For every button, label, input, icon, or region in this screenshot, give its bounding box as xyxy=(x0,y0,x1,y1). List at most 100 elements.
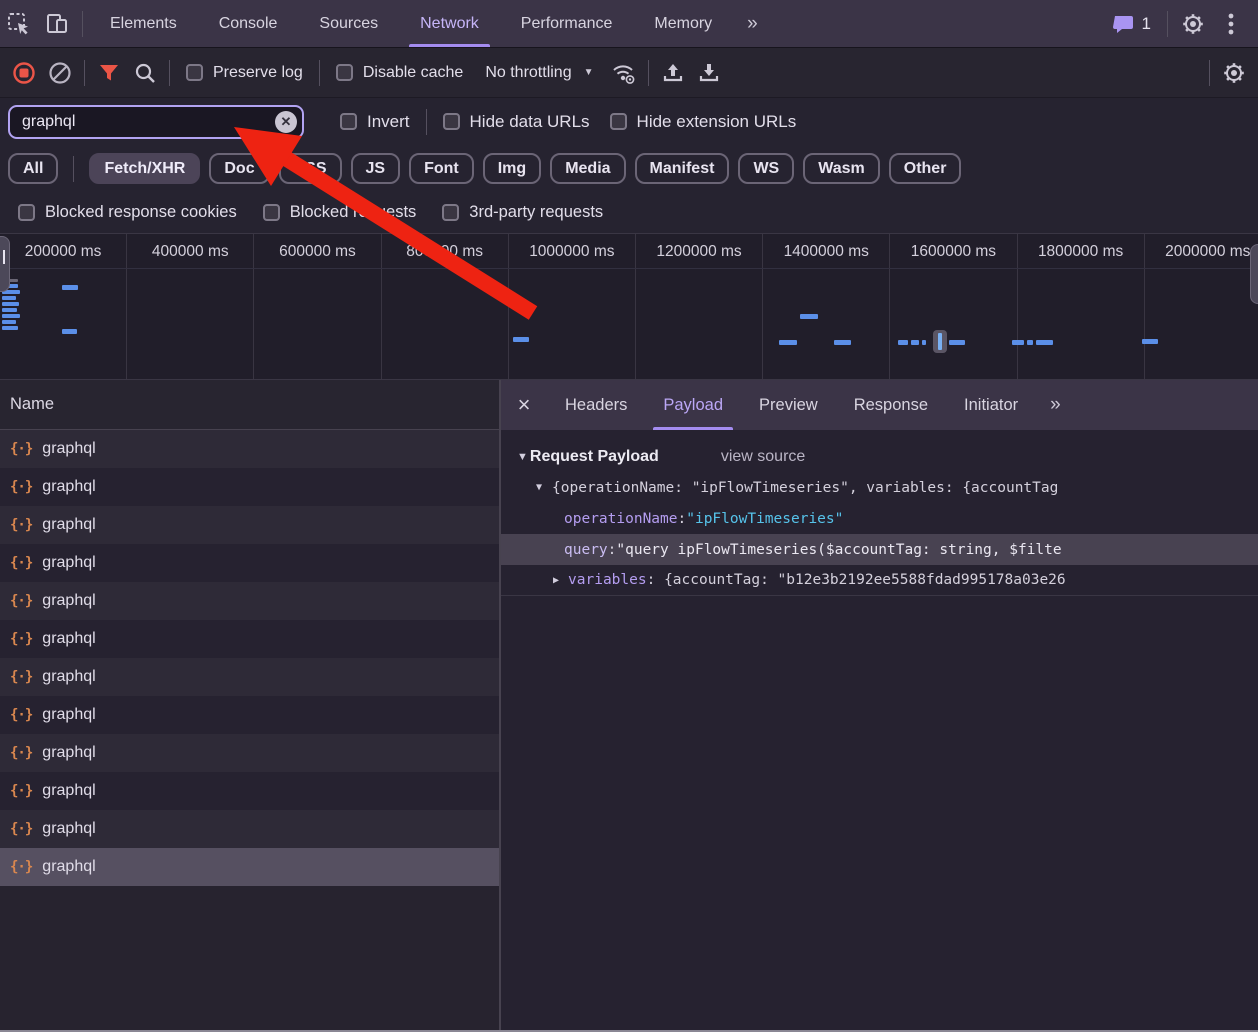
export-har-icon[interactable] xyxy=(691,56,727,90)
request-name: graphql xyxy=(42,744,95,762)
type-chip[interactable]: Font xyxy=(409,153,474,184)
throttling-dropdown[interactable]: No throttling ▼ xyxy=(473,64,605,82)
clear-button[interactable] xyxy=(42,56,78,90)
devtools-tab[interactable]: Console xyxy=(198,0,299,47)
hide-extension-urls-checkbox[interactable] xyxy=(610,113,627,130)
filter-checkbox[interactable] xyxy=(18,204,35,221)
request-row[interactable]: graphql xyxy=(0,848,499,886)
request-name: graphql xyxy=(42,858,95,876)
details-tab[interactable]: Headers xyxy=(547,380,645,430)
type-chip[interactable]: JS xyxy=(351,153,401,184)
request-row[interactable]: graphql xyxy=(0,582,499,620)
request-type-filters: All Fetch/XHR Doc CSS JS Font Img Media Manifes… xyxy=(0,145,1258,192)
hide-data-urls-toggle[interactable]: Hide data URLs xyxy=(433,112,600,132)
devtools-tab[interactable]: Sources xyxy=(298,0,399,47)
view-source-link[interactable]: view source xyxy=(721,448,805,466)
request-row[interactable]: graphql xyxy=(0,506,499,544)
preserve-log-toggle[interactable]: Preserve log xyxy=(176,64,313,82)
invert-toggle[interactable]: Invert xyxy=(330,112,420,132)
clear-filter-icon[interactable]: ✕ xyxy=(275,111,297,133)
devtools-tab[interactable]: Network xyxy=(399,0,500,47)
waterfall-bar xyxy=(922,340,926,345)
payload-operation-name-row[interactable]: operationName: "ipFlowTimeseries" xyxy=(501,503,1258,534)
preserve-log-checkbox[interactable] xyxy=(186,64,203,81)
request-row[interactable]: graphql xyxy=(0,772,499,810)
disable-cache-checkbox[interactable] xyxy=(336,64,353,81)
request-name: graphql xyxy=(42,516,95,534)
device-toolbar-icon[interactable] xyxy=(38,6,76,42)
ruler-label: 2000000 ms xyxy=(1145,234,1258,379)
inspect-element-icon[interactable] xyxy=(0,6,38,42)
filter-toggle[interactable]: Blocked response cookies xyxy=(8,203,247,222)
request-name: graphql xyxy=(42,478,95,496)
type-chip[interactable]: CSS xyxy=(279,153,342,184)
request-name: graphql xyxy=(42,820,95,838)
close-details-icon[interactable]: × xyxy=(501,392,547,418)
type-chip[interactable]: Wasm xyxy=(803,153,880,184)
filter-input[interactable] xyxy=(8,105,304,139)
name-column-header[interactable]: Name xyxy=(0,380,499,430)
type-chip[interactable]: Manifest xyxy=(635,153,730,184)
network-conditions-icon[interactable] xyxy=(606,56,642,90)
details-tab[interactable]: Initiator xyxy=(946,380,1036,430)
payload-root-node[interactable]: ▼ {operationName: "ipFlowTimeseries", va… xyxy=(501,472,1258,503)
divider xyxy=(73,156,74,182)
invert-checkbox[interactable] xyxy=(340,113,357,130)
filter-toggle[interactable]: 3rd-party requests xyxy=(432,203,613,222)
collapse-section-icon[interactable]: ▼ xyxy=(517,451,528,463)
issues-button[interactable]: 1 xyxy=(1103,14,1161,34)
devtools-tab[interactable]: Performance xyxy=(500,0,634,47)
filter-checkbox[interactable] xyxy=(442,204,459,221)
import-har-icon[interactable] xyxy=(655,56,691,90)
hide-extension-urls-toggle[interactable]: Hide extension URLs xyxy=(600,112,807,132)
request-name: graphql xyxy=(42,592,95,610)
request-row[interactable]: graphql xyxy=(0,620,499,658)
ruler-label: 1000000 ms xyxy=(509,234,636,379)
type-chip[interactable]: Doc xyxy=(209,153,269,184)
settings-gear-icon[interactable] xyxy=(1174,6,1212,42)
type-chip-all[interactable]: All xyxy=(8,153,58,184)
record-button[interactable] xyxy=(6,56,42,90)
details-tab[interactable]: Response xyxy=(836,380,946,430)
request-row[interactable]: graphql xyxy=(0,430,499,468)
request-details-panel: × HeadersPayloadPreviewResponseInitiator… xyxy=(501,380,1258,1030)
type-chip[interactable]: WS xyxy=(738,153,794,184)
network-settings-gear-icon[interactable] xyxy=(1216,56,1252,90)
fetch-xhr-icon xyxy=(10,479,32,495)
filter-toggle[interactable]: Blocked requests xyxy=(253,203,427,222)
type-chip[interactable]: Img xyxy=(483,153,541,184)
filter-funnel-icon[interactable] xyxy=(91,56,127,90)
expanded-node-icon[interactable]: ▼ xyxy=(536,482,542,493)
disable-cache-toggle[interactable]: Disable cache xyxy=(326,64,474,82)
filter-label: Blocked response cookies xyxy=(45,203,237,222)
payload-query-row[interactable]: query: "query ipFlowTimeseries($accountT… xyxy=(501,534,1258,565)
request-list: graphql graphql graphql graphql xyxy=(0,430,499,1030)
more-filters-row: Blocked response cookies Blocked request… xyxy=(0,192,1258,234)
devtools-tab[interactable]: Memory xyxy=(633,0,733,47)
more-tabs-icon[interactable]: » xyxy=(733,13,770,35)
kebab-menu-icon[interactable] xyxy=(1212,6,1250,42)
payload-variables-row[interactable]: ▶ variables: {accountTag: "b12e3b2192ee5… xyxy=(501,565,1258,596)
devtools-tab[interactable]: Elements xyxy=(89,0,198,47)
timeline-scroll-handle-right[interactable] xyxy=(1250,244,1258,304)
details-tab[interactable]: Payload xyxy=(645,380,741,430)
network-overview-timeline[interactable]: 200000 ms400000 ms600000 ms800000 ms1000… xyxy=(0,234,1258,380)
request-row[interactable]: graphql xyxy=(0,658,499,696)
type-chip[interactable]: Other xyxy=(889,153,962,184)
timeline-ruler: 200000 ms400000 ms600000 ms800000 ms1000… xyxy=(0,234,1258,379)
details-tab[interactable]: Preview xyxy=(741,380,836,430)
hide-data-urls-checkbox[interactable] xyxy=(443,113,460,130)
filter-checkbox[interactable] xyxy=(263,204,280,221)
type-chip[interactable]: Media xyxy=(550,153,625,184)
search-icon[interactable] xyxy=(127,56,163,90)
request-row[interactable]: graphql xyxy=(0,810,499,848)
request-row[interactable]: graphql xyxy=(0,544,499,582)
request-row[interactable]: graphql xyxy=(0,468,499,506)
request-row[interactable]: graphql xyxy=(0,734,499,772)
type-chip[interactable]: Fetch/XHR xyxy=(89,153,200,184)
details-more-tabs-icon[interactable]: » xyxy=(1036,394,1073,416)
waterfall-bar xyxy=(898,340,908,345)
collapsed-node-icon[interactable]: ▶ xyxy=(553,575,559,586)
request-row[interactable]: graphql xyxy=(0,696,499,734)
timeline-scroll-handle-left[interactable] xyxy=(0,236,10,292)
